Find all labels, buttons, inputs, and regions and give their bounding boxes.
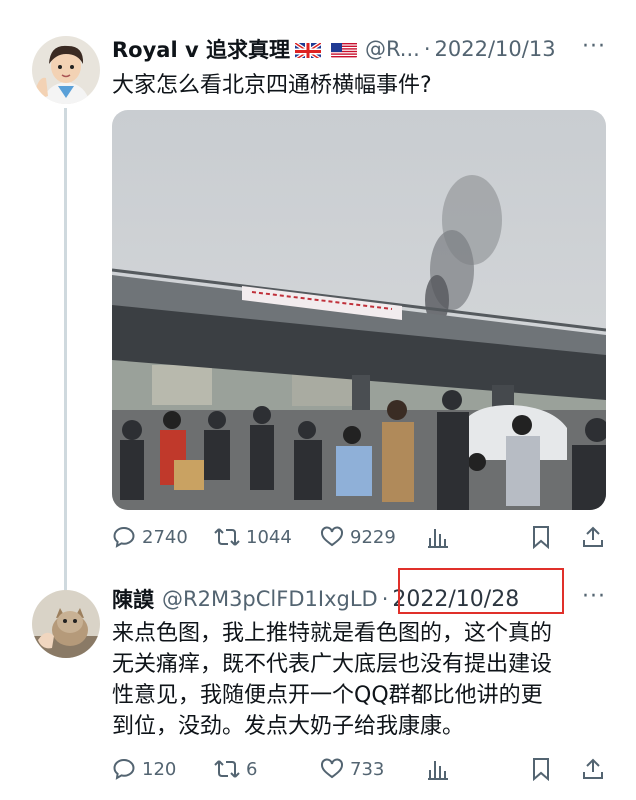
display-name[interactable]: Royal v 追求真理 [112,34,290,64]
bookmark-icon [533,758,549,781]
timestamp[interactable]: 2022/10/13 [435,37,556,61]
retweet-icon [214,528,240,546]
separator-dot: · [423,37,431,61]
retweet-count: 1044 [246,526,292,548]
more-options-icon[interactable]: ··· [582,34,606,59]
bookmark-icon [533,526,549,549]
reply-icon [113,758,135,780]
bookmark-button[interactable] [531,757,557,781]
tweet-actions: 120 6 733 [112,755,612,789]
reply-button[interactable]: 2740 [112,525,188,549]
tweet-photo[interactable] [112,110,606,510]
date-highlight-box [398,568,564,614]
reply-count: 2740 [142,526,188,548]
like-icon [321,758,343,779]
tweet-text-line: 性意见，我随便点开一个QQ群都比他讲的更 [112,683,543,708]
separator-dot: · [381,587,389,611]
more-options-icon[interactable]: ··· [582,584,606,609]
uk-flag-icon [294,40,321,58]
like-count: 9229 [350,526,396,548]
display-name[interactable]: 陳謨 [112,584,154,614]
share-icon [583,526,603,547]
like-button[interactable]: 733 [320,757,384,781]
handle[interactable]: @R2M3pClFD1IxgLD [162,587,378,611]
us-flag-icon [330,41,357,58]
tweet-1[interactable]: Royal v 追求真理 @R... · 2022/10/13 ··· 大家怎么… [0,0,636,560]
retweet-count: 6 [246,758,258,780]
views-button[interactable] [427,525,455,549]
tweet-text: 来点色图，我上推特就是看色图的，这个真的 无关痛痒，既不代表广大底层也没有提出建… [112,618,612,742]
reply-button[interactable]: 120 [112,757,176,781]
tweet-text-line: 无关痛痒，既不代表广大底层也没有提出建设 [112,652,553,677]
retweet-button[interactable]: 1044 [214,525,292,549]
tweet-text-line: 到位，没劲。发点大奶子给我康康。 [112,714,465,739]
like-count: 733 [350,758,385,780]
retweet-button[interactable]: 6 [214,757,257,781]
share-icon [583,758,603,779]
views-icon [428,529,448,548]
reply-icon [113,526,135,548]
share-button[interactable] [582,757,610,781]
tweet-text-line: 来点色图，我上推特就是看色图的，这个真的 [112,621,553,646]
like-icon [321,526,343,547]
avatar[interactable] [32,36,100,104]
reply-count: 120 [142,758,177,780]
views-icon [428,761,448,780]
avatar[interactable] [32,590,100,658]
tweet-actions: 2740 1044 9229 [112,521,612,555]
tweet-header: Royal v 追求真理 @R... · 2022/10/13 [112,34,556,64]
handle[interactable]: @R... [365,37,420,61]
retweet-icon [214,760,240,778]
bookmark-button[interactable] [531,525,557,549]
share-button[interactable] [582,525,610,549]
views-button[interactable] [427,757,455,781]
like-button[interactable]: 9229 [320,525,396,549]
tweet-text: 大家怎么看北京四通桥横幅事件? [112,73,432,98]
